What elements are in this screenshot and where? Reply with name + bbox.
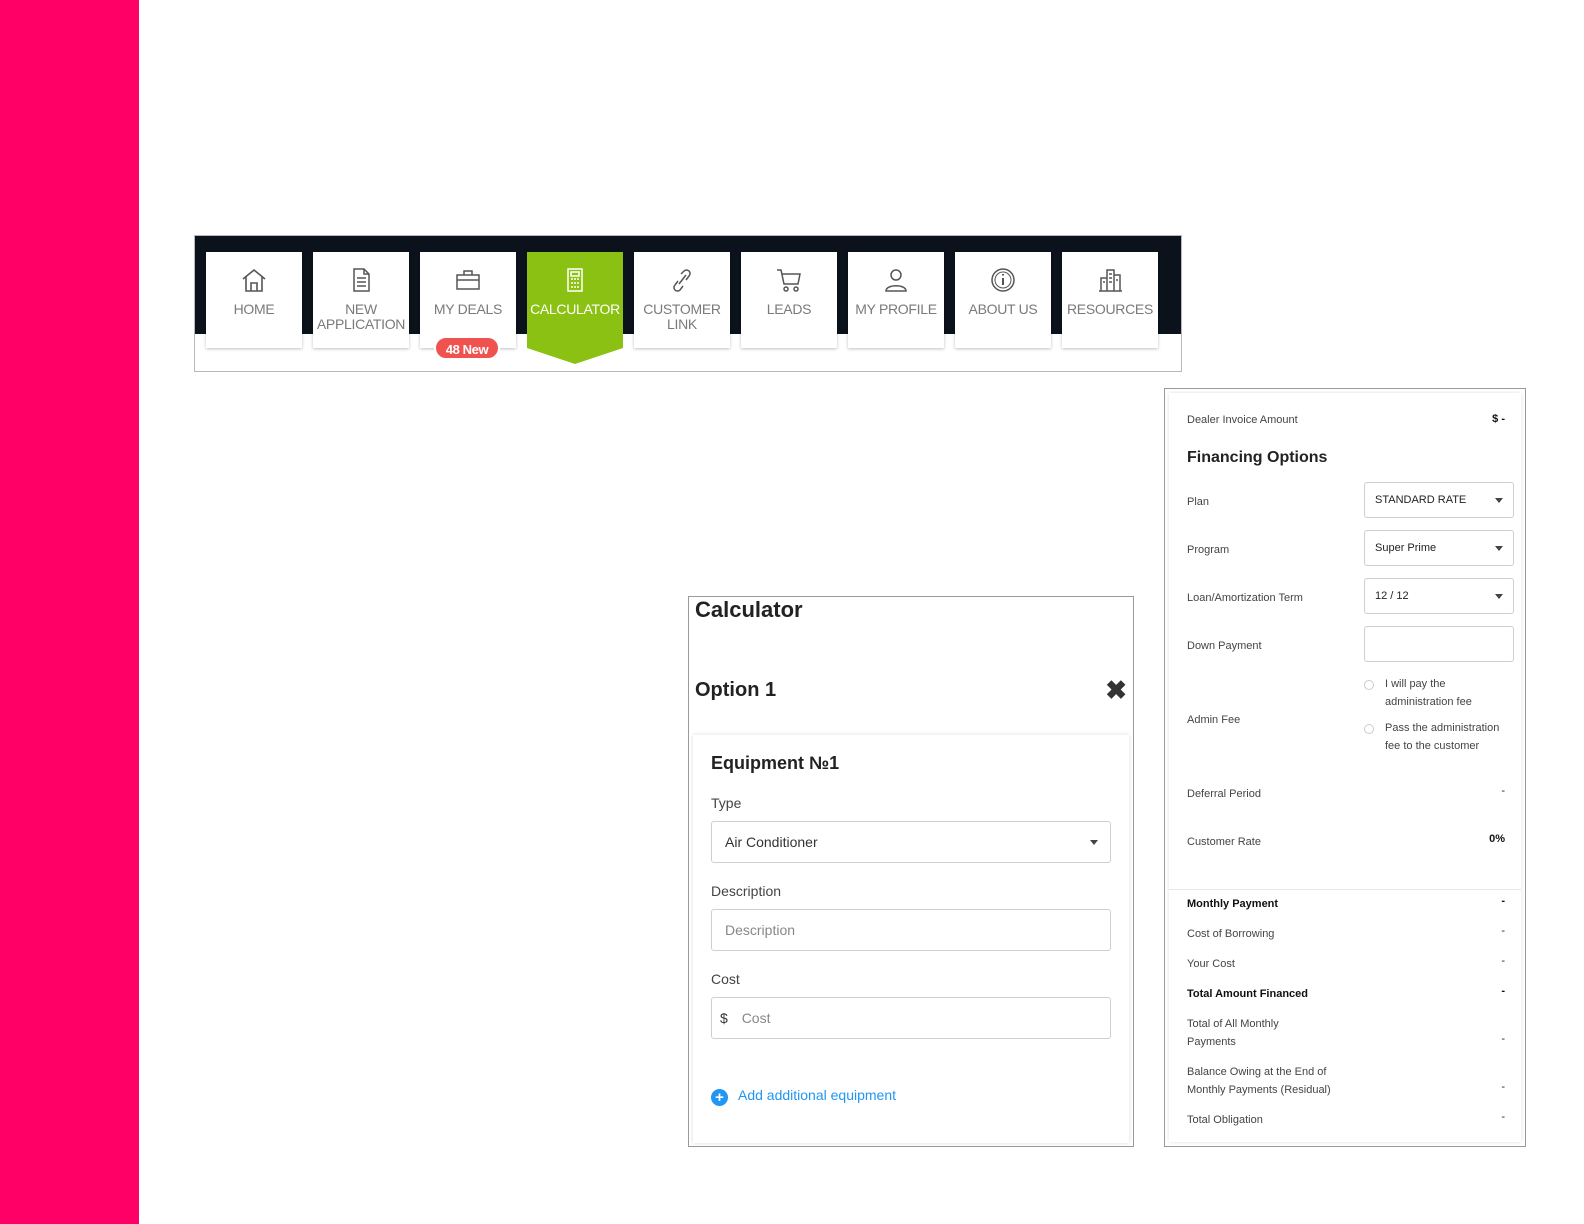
financing-options-title: Financing Options — [1187, 449, 1328, 466]
term-label: Loan/Amortization Term — [1187, 592, 1303, 604]
total-financed-label: Total Amount Financed — [1187, 988, 1308, 1000]
plus-circle-icon: + — [711, 1089, 728, 1106]
dealer-invoice-label: Dealer Invoice Amount — [1187, 414, 1298, 426]
info-icon — [991, 268, 1015, 292]
user-icon — [885, 269, 907, 292]
nav-item-new-application[interactable]: NEW APPLICATION — [313, 252, 409, 348]
nav-label-customer-link: CUSTOMER LINK — [643, 301, 721, 332]
buildings-icon — [1099, 269, 1122, 292]
chevron-down-icon — [1495, 594, 1503, 599]
admin-fee-radio-customer[interactable] — [1364, 724, 1374, 734]
nav-label-leads: LEADS — [766, 301, 812, 317]
main-navigation: HOME NEW APPLICATION MY DEALS 48 New CALC… — [194, 235, 1182, 372]
program-select[interactable]: Super Prime — [1364, 530, 1514, 566]
financing-card: Dealer Invoice Amount $ - Financing Opti… — [1169, 393, 1521, 1142]
monthly-payment-label: Monthly Payment — [1187, 898, 1279, 910]
document-icon — [353, 268, 370, 292]
total-financed-value: - — [1501, 985, 1505, 997]
cost-of-borrowing-label: Cost of Borrowing — [1187, 928, 1275, 940]
program-label: Program — [1187, 544, 1230, 556]
nav-item-leads[interactable]: LEADS — [741, 252, 837, 348]
cost-label: Cost — [711, 971, 740, 987]
cart-icon — [777, 269, 801, 292]
plan-select[interactable]: STANDARD RATE — [1364, 482, 1514, 518]
down-payment-input[interactable] — [1364, 626, 1514, 662]
customer-rate-label: Customer Rate — [1187, 836, 1261, 848]
nav-item-about-us[interactable]: ABOUT US — [955, 252, 1051, 348]
cost-placeholder: Cost — [741, 1010, 771, 1026]
type-select[interactable]: Air Conditioner — [711, 821, 1111, 863]
total-obligation-value: - — [1501, 1111, 1505, 1123]
brand-side-bar — [0, 0, 139, 1224]
nav-label-about-us: ABOUT US — [968, 301, 1038, 317]
cost-of-borrowing-value: - — [1501, 925, 1505, 937]
description-input[interactable]: Description — [711, 909, 1111, 951]
program-select-value: Super Prime — [1375, 542, 1437, 554]
equipment-title: Equipment №1 — [711, 753, 840, 773]
section-divider — [1169, 889, 1521, 890]
page-title: Calculator — [695, 597, 803, 622]
description-label: Description — [711, 883, 782, 899]
admin-fee-option-customer: Pass the administration fee to the custo… — [1385, 722, 1500, 752]
cost-currency-prefix: $ — [720, 1010, 728, 1026]
total-obligation-label: Total Obligation — [1187, 1114, 1263, 1126]
calculator-icon — [567, 268, 583, 292]
residual-balance-label: Balance Owing at the End of Monthly Paym… — [1187, 1066, 1331, 1096]
nav-item-calculator[interactable]: CALCULATOR — [527, 252, 623, 364]
chevron-down-icon — [1495, 546, 1503, 551]
briefcase-icon — [456, 270, 480, 290]
nav-item-home[interactable]: HOME — [206, 252, 302, 348]
monthly-payment-value: - — [1501, 895, 1505, 907]
residual-balance-value: - — [1501, 1081, 1505, 1093]
nav-label-resources: RESOURCES — [1067, 301, 1153, 317]
deferral-period-value: - — [1501, 785, 1505, 797]
deferral-period-label: Deferral Period — [1187, 788, 1261, 800]
close-option-icon[interactable]: ✖ — [1105, 677, 1127, 703]
admin-fee-label: Admin Fee — [1187, 714, 1241, 726]
calculator-panel: Calculator Option 1 ✖ Equipment №1 Type … — [688, 596, 1134, 1147]
nav-item-customer-link[interactable]: CUSTOMER LINK — [634, 252, 730, 348]
total-monthly-payments-value: - — [1501, 1033, 1505, 1045]
down-payment-label: Down Payment — [1187, 640, 1262, 652]
term-select[interactable]: 12 / 12 — [1364, 578, 1514, 614]
nav-label-home: HOME — [233, 301, 275, 317]
admin-fee-radio-dealer[interactable] — [1364, 680, 1374, 690]
nav-item-my-deals[interactable]: MY DEALS 48 New — [420, 252, 516, 360]
cost-input[interactable]: $ Cost — [711, 997, 1111, 1039]
option-title: Option 1 — [695, 679, 777, 701]
your-cost-value: - — [1501, 955, 1505, 967]
nav-label-my-deals: MY DEALS — [433, 301, 503, 317]
home-icon — [242, 268, 266, 292]
nav-item-resources[interactable]: RESOURCES — [1062, 252, 1158, 348]
type-select-value: Air Conditioner — [725, 834, 818, 850]
financing-panel: Dealer Invoice Amount $ - Financing Opti… — [1164, 388, 1526, 1147]
total-monthly-payments-label: Total of All Monthly Payments — [1187, 1018, 1279, 1048]
plan-label: Plan — [1187, 496, 1210, 508]
admin-fee-option-dealer: I will pay the administration fee — [1385, 678, 1472, 708]
link-icon — [673, 269, 691, 292]
customer-rate-value: 0% — [1489, 833, 1505, 845]
plan-select-value: STANDARD RATE — [1375, 494, 1467, 506]
term-select-value: 12 / 12 — [1375, 590, 1409, 602]
nav-label-my-profile: MY PROFILE — [855, 301, 937, 317]
equipment-card: Equipment №1 Type Air Conditioner Descri… — [693, 735, 1129, 1143]
add-equipment-label: Add additional equipment — [738, 1087, 897, 1103]
description-placeholder: Description — [725, 922, 796, 938]
dealer-invoice-value: $ - — [1492, 413, 1505, 425]
nav-label-calculator: CALCULATOR — [530, 301, 620, 317]
chevron-down-icon — [1495, 498, 1503, 503]
type-label: Type — [711, 795, 742, 811]
active-indicator-arrow — [527, 348, 623, 364]
nav-label-new-application: NEW APPLICATION — [316, 301, 406, 332]
add-equipment-button[interactable]: + Add additional equipment — [711, 1087, 896, 1106]
chevron-down-icon — [1090, 840, 1098, 845]
nav-item-my-profile[interactable]: MY PROFILE — [848, 252, 944, 348]
new-deals-badge: 48 New — [434, 336, 500, 360]
your-cost-label: Your Cost — [1187, 958, 1235, 970]
